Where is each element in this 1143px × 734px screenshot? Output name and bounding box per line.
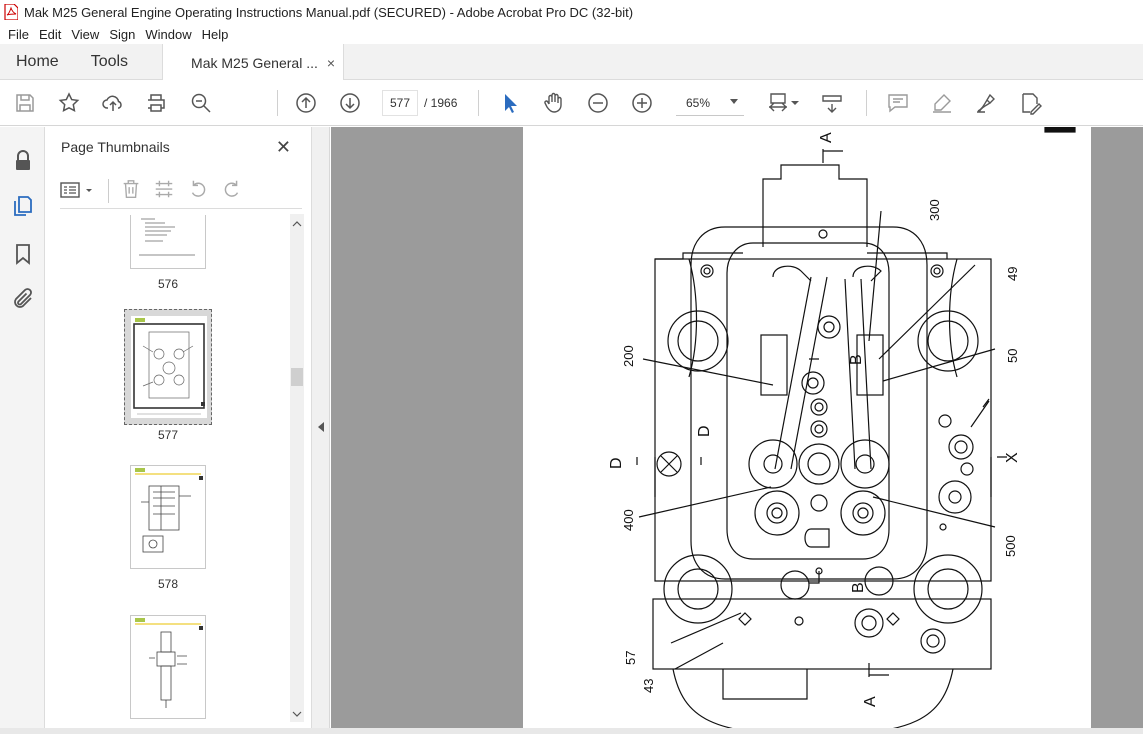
rotate-left-icon[interactable] [187, 178, 209, 200]
thumbnail-577 [131, 316, 207, 418]
drawing-label: A [862, 696, 879, 707]
thumbnail-579[interactable] [130, 615, 206, 719]
menu-bar: File Edit View Sign Window Help [0, 24, 1143, 44]
toolbar-divider [478, 90, 479, 116]
bookmark-icon[interactable] [11, 242, 35, 266]
zoom-in-icon[interactable] [630, 91, 654, 115]
fit-dropdown-chevron-icon[interactable] [790, 99, 800, 107]
delete-icon[interactable] [120, 178, 142, 200]
drawing-label: 57 [623, 651, 638, 665]
options-menu-icon[interactable] [60, 181, 96, 199]
panel-toolbar [60, 175, 302, 209]
zoom-select[interactable]: 65% [676, 90, 744, 116]
menu-help[interactable]: Help [202, 27, 229, 42]
drawing-label: 43 [641, 679, 656, 693]
drawing-label: B [848, 354, 865, 365]
comment-icon[interactable] [886, 91, 910, 115]
scroll-up-icon[interactable] [292, 220, 302, 228]
drawing-label: 400 [621, 509, 636, 531]
tab-close-icon[interactable]: × [327, 55, 335, 71]
acrobat-pdf-icon [4, 4, 18, 20]
document-view[interactable]: A A B B D D X 300 49 50 200 400 500 57 4… [331, 127, 1143, 734]
engine-cylinder-head-drawing: A A B B D D X 300 49 50 200 400 500 57 4… [608, 127, 1076, 734]
prev-page-icon[interactable] [294, 91, 318, 115]
window-title: Mak M25 General Engine Operating Instruc… [24, 4, 634, 20]
hand-icon[interactable] [542, 91, 566, 115]
toolbar [0, 80, 1143, 126]
fit-page-icon[interactable] [766, 91, 790, 115]
thumbnails-panel: Page Thumbnails ✕ 576 577 578 [46, 127, 312, 734]
drawing-label: X [1004, 452, 1021, 463]
attachment-icon[interactable] [11, 287, 35, 311]
chevron-down-icon [730, 99, 738, 104]
drawing-label: D [696, 425, 713, 437]
panel-divider [108, 179, 109, 203]
thumbnail-label: 577 [157, 428, 179, 442]
next-page-icon[interactable] [338, 91, 362, 115]
page-thumbnails-icon[interactable] [11, 194, 35, 218]
title-bar: Mak M25 General Engine Operating Instruc… [0, 0, 1143, 24]
highlight-icon[interactable] [930, 91, 954, 115]
drawing-label: A [818, 132, 835, 143]
tab-tools[interactable]: Tools [75, 44, 144, 79]
menu-sign[interactable]: Sign [109, 27, 135, 42]
drawing-label: 49 [1005, 267, 1020, 281]
close-icon[interactable]: ✕ [276, 137, 291, 158]
drawing-label: B [850, 582, 867, 593]
tab-home[interactable]: Home [0, 44, 75, 79]
drawing-label: 300 [927, 199, 942, 221]
menu-view[interactable]: View [71, 27, 99, 42]
scroll-mode-icon[interactable] [820, 91, 844, 115]
menu-edit[interactable]: Edit [39, 27, 61, 42]
menu-window[interactable]: Window [145, 27, 191, 42]
scrollbar-thumb[interactable] [291, 368, 303, 386]
tab-document[interactable]: Mak M25 General ... × [162, 44, 345, 81]
toolbar-divider [277, 90, 278, 116]
thumbnail-label: 576 [157, 277, 179, 291]
save-icon[interactable] [13, 91, 37, 115]
drawing-label: 500 [1003, 535, 1018, 557]
edit-pdf-icon[interactable] [1018, 91, 1042, 115]
navigation-rail [0, 127, 45, 734]
extract-pages-icon[interactable] [153, 178, 175, 200]
rotate-right-icon[interactable] [221, 178, 243, 200]
tab-document-label: Mak M25 General ... [191, 54, 318, 71]
thumbnail-578[interactable] [130, 465, 206, 569]
tab-bar: Home Tools Mak M25 General ... × [0, 44, 1143, 81]
bookmark-star-icon[interactable] [57, 91, 81, 115]
collapse-arrow-icon [318, 422, 324, 432]
thumbnail-list: 576 577 578 [46, 215, 290, 725]
drawing-label: 50 [1005, 349, 1020, 363]
panel-collapse-handle[interactable] [312, 127, 330, 734]
drawing-label: D [608, 457, 625, 469]
drawing-label: 200 [621, 345, 636, 367]
thumbnail-576[interactable] [130, 215, 206, 269]
thumbnail-label: 578 [157, 577, 179, 591]
thumbnail-scrollbar[interactable] [290, 214, 304, 722]
menu-file[interactable]: File [8, 27, 29, 42]
zoom-value: 65% [686, 95, 711, 110]
lock-icon[interactable] [11, 149, 35, 173]
status-strip [0, 728, 1143, 734]
page-total: / 1966 [424, 96, 458, 110]
pdf-page: A A B B D D X 300 49 50 200 400 500 57 4… [523, 127, 1091, 734]
upload-icon[interactable] [101, 91, 125, 115]
print-icon[interactable] [144, 91, 168, 115]
panel-title: Page Thumbnails [61, 139, 170, 155]
select-pointer-icon[interactable] [498, 91, 522, 115]
zoom-out-icon[interactable] [586, 91, 610, 115]
scroll-down-icon[interactable] [292, 710, 302, 718]
sign-icon[interactable] [974, 91, 998, 115]
page-number-input[interactable]: 577 [382, 90, 418, 116]
toolbar-divider [866, 90, 867, 116]
search-zoom-icon[interactable] [189, 91, 213, 115]
thumbnail-577-selected[interactable] [124, 309, 212, 425]
